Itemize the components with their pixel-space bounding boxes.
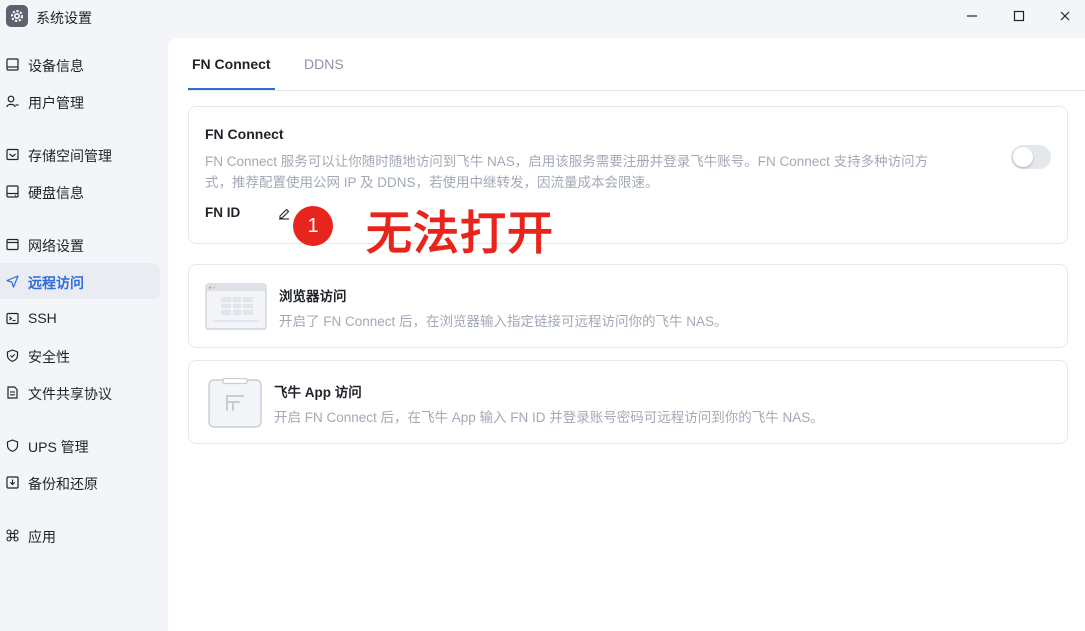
tab-bar: FN Connect DDNS — [188, 38, 1085, 91]
sidebar-item-remote-access[interactable]: 远程访问 — [0, 263, 160, 299]
storage-icon — [5, 147, 19, 161]
edit-icon[interactable] — [277, 206, 291, 220]
sidebar-item-network[interactable]: 网络设置 — [0, 226, 160, 262]
phone-app-icon — [207, 377, 263, 428]
card-title: 浏览器访问 — [279, 289, 347, 304]
maximize-icon — [1013, 10, 1025, 22]
terminal-icon — [5, 311, 19, 325]
sidebar-item-storage[interactable]: 存储空间管理 — [0, 136, 160, 172]
fn-connect-toggle[interactable] — [1011, 145, 1051, 169]
sidebar-item-label: 安全性 — [28, 349, 70, 365]
title-bar: 系统设置 — [0, 0, 1085, 34]
sidebar-item-label: 硬盘信息 — [28, 185, 84, 201]
sidebar-item-apps[interactable]: 应用 — [0, 517, 160, 553]
main-panel: FN Connect DDNS FN Connect FN Connect 服务… — [168, 38, 1085, 631]
shield-icon — [5, 348, 19, 362]
device-icon — [5, 57, 19, 71]
network-icon — [5, 237, 19, 251]
card-title: 飞牛 App 访问 — [274, 385, 362, 400]
sidebar-item-file-sharing[interactable]: 文件共享协议 — [0, 374, 160, 410]
sidebar-item-label: 设备信息 — [28, 58, 84, 74]
sidebar-item-backup[interactable]: 备份和还原 — [0, 464, 160, 500]
browser-window-icon — [205, 283, 267, 330]
minimize-icon — [967, 15, 977, 17]
sidebar: 设备信息 用户管理 存储空间管理 硬盘信息 网络设置 远程访问 SSH 安全性 … — [0, 38, 168, 631]
tab-ddns[interactable]: DDNS — [304, 56, 344, 72]
sidebar-item-security[interactable]: 安全性 — [0, 337, 160, 373]
file-icon — [5, 385, 19, 399]
maximize-button[interactable] — [1005, 4, 1033, 28]
card-title: FN Connect — [205, 126, 284, 142]
sidebar-item-ups[interactable]: UPS 管理 — [0, 427, 160, 463]
sidebar-item-disk[interactable]: 硬盘信息 — [0, 173, 160, 209]
sidebar-item-label: 备份和还原 — [28, 476, 98, 492]
close-icon — [1060, 11, 1070, 21]
sidebar-item-label: 应用 — [28, 529, 56, 545]
browser-access-card[interactable]: 浏览器访问 开启了 FN Connect 后，在浏览器输入指定链接可远程访问你的… — [188, 264, 1068, 348]
annotation-badge: 1 — [293, 206, 333, 246]
ups-shield-icon — [5, 438, 19, 452]
sidebar-item-users[interactable]: 用户管理 — [0, 83, 160, 119]
sidebar-item-label: 远程访问 — [28, 275, 84, 291]
sidebar-item-label: SSH — [28, 310, 57, 326]
tab-fn-connect[interactable]: FN Connect — [192, 56, 271, 72]
user-icon — [5, 94, 19, 108]
send-icon — [5, 274, 19, 288]
backup-icon — [5, 475, 19, 489]
description-line: 式，推荐配置使用公网 IP 及 DDNS，若使用中继转发，因流量成本会限速。 — [205, 175, 659, 190]
description-line: FN Connect 服务可以让你随时随地访问到飞牛 NAS，启用该服务需要注册… — [205, 154, 929, 169]
card-description: 开启了 FN Connect 后，在浏览器输入指定链接可远程访问你的飞牛 NAS… — [279, 314, 728, 329]
toggle-knob — [1013, 147, 1033, 167]
sidebar-item-label: 存储空间管理 — [28, 148, 112, 164]
annotation-text: 无法打开 — [366, 207, 554, 259]
fn-id-label: FN ID — [205, 205, 241, 220]
sidebar-item-label: UPS 管理 — [28, 439, 89, 455]
close-button[interactable] — [1051, 4, 1079, 28]
active-tab-indicator — [188, 88, 275, 90]
sidebar-item-label: 用户管理 — [28, 95, 84, 111]
window-title: 系统设置 — [36, 10, 92, 26]
card-description: FN Connect 服务可以让你随时随地访问到飞牛 NAS，启用该服务需要注册… — [205, 151, 995, 193]
disk-icon — [5, 184, 19, 198]
gear-icon — [6, 5, 28, 27]
sidebar-item-label: 文件共享协议 — [28, 386, 112, 402]
command-icon — [5, 528, 19, 542]
app-access-card[interactable]: 飞牛 App 访问 开启 FN Connect 后，在飞牛 App 输入 FN … — [188, 360, 1068, 444]
card-description: 开启 FN Connect 后，在飞牛 App 输入 FN ID 并登录账号密码… — [274, 410, 824, 425]
sidebar-item-device-info[interactable]: 设备信息 — [0, 46, 160, 82]
sidebar-item-label: 网络设置 — [28, 238, 84, 254]
sidebar-item-ssh[interactable]: SSH — [0, 300, 160, 336]
minimize-button[interactable] — [958, 4, 986, 28]
